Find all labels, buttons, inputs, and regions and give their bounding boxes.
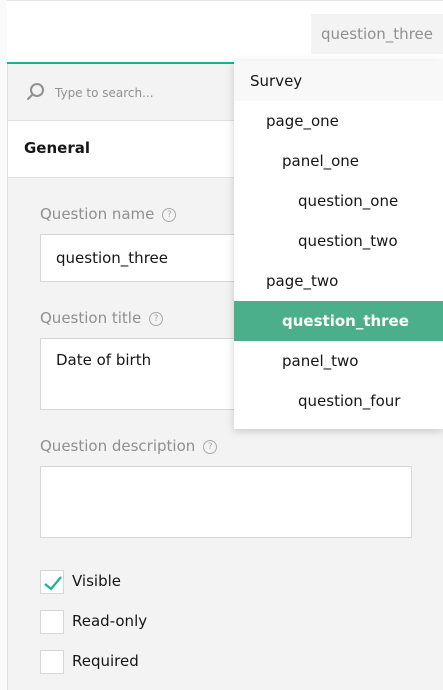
search-input[interactable]	[55, 82, 255, 104]
read-only-checkbox[interactable]	[40, 610, 64, 634]
question-description-textarea[interactable]	[40, 466, 412, 538]
checkbox-label: Visible	[72, 572, 121, 590]
dropdown-item-survey[interactable]: Survey	[234, 61, 443, 101]
question-description-label: Question description?	[40, 437, 218, 455]
dropdown-item-question-four[interactable]: question_four	[234, 381, 443, 421]
dropdown-item-question-two[interactable]: question_two	[234, 221, 443, 261]
help-icon[interactable]: ?	[203, 440, 218, 454]
help-icon[interactable]: ?	[162, 208, 177, 222]
dropdown-item-panel-one[interactable]: panel_one	[234, 141, 443, 181]
dropdown-item-question-three[interactable]: question_three	[234, 301, 443, 341]
checkbox-label: Required	[72, 652, 139, 670]
visible-checkbox[interactable]	[40, 570, 64, 594]
search-icon	[27, 83, 44, 100]
question-name-label: Question name?	[40, 205, 177, 223]
question-title-label: Question title?	[40, 309, 164, 327]
required-checkbox[interactable]	[40, 650, 64, 674]
object-selector-dropdown: Survey page_one panel_one question_one q…	[234, 61, 443, 429]
object-selector-button[interactable]: question_three	[311, 14, 443, 54]
checkbox-label: Read-only	[72, 612, 148, 630]
dropdown-item-page-two[interactable]: page_two	[234, 261, 443, 301]
help-icon[interactable]: ?	[149, 312, 164, 326]
top-bar: question_three	[7, 0, 443, 64]
dropdown-item-question-one[interactable]: question_one	[234, 181, 443, 221]
check-icon	[44, 576, 62, 591]
left-edge	[0, 0, 7, 690]
dropdown-item-page-one[interactable]: page_one	[234, 101, 443, 141]
dropdown-item-panel-two[interactable]: panel_two	[234, 341, 443, 381]
section-title: General	[24, 139, 90, 157]
